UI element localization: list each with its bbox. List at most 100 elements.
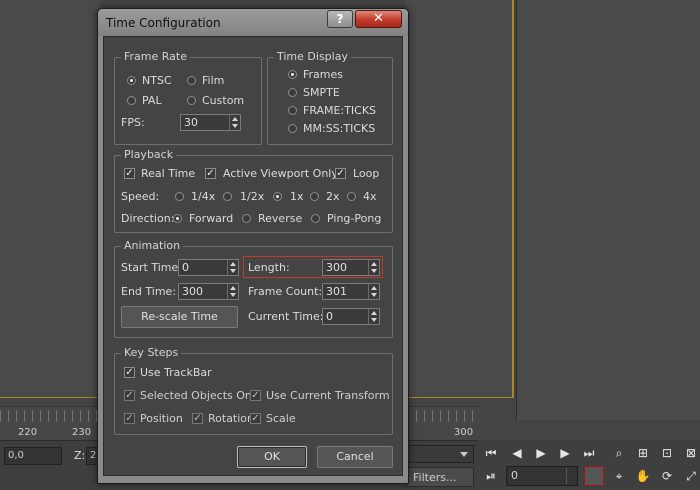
current-frame-field[interactable]: 0 — [506, 466, 578, 486]
zoom-icon[interactable]: ⌕ — [610, 446, 628, 460]
frame-count-spinner-arrows-icon[interactable] — [368, 284, 379, 299]
close-button[interactable]: ✕ — [355, 10, 402, 28]
viewport-active[interactable] — [406, 0, 514, 398]
next-frame-icon[interactable]: ▶ — [556, 446, 574, 460]
ruler-label: 300 — [454, 427, 474, 438]
key-filter-dropdown[interactable] — [406, 445, 474, 463]
frame-count-value: 301 — [326, 285, 347, 298]
ntsc-radio[interactable] — [127, 76, 136, 85]
frame-ticks-radio[interactable] — [288, 106, 297, 115]
start-time-spinner[interactable]: 0 — [178, 259, 239, 276]
time-display-group: Time Display Frames SMPTE FRAME:TICKS MM… — [267, 50, 393, 145]
key-steps-title: Key Steps — [121, 346, 182, 360]
scale-checkbox[interactable]: ✓ — [250, 413, 261, 424]
viewport-left[interactable] — [0, 0, 100, 398]
speed-quarter-radio[interactable] — [175, 192, 184, 201]
speed-label: Speed: — [121, 190, 160, 203]
rescale-time-button[interactable]: Re-scale Time — [121, 306, 238, 328]
length-spinner[interactable]: 300 — [322, 259, 380, 276]
coord-x-field[interactable]: 0,0 — [4, 447, 62, 465]
go-to-start-icon[interactable]: ⏮ — [482, 446, 500, 460]
speed-1x-radio[interactable] — [273, 192, 282, 201]
position-checkbox[interactable]: ✓ — [124, 413, 135, 424]
time-configuration-icon[interactable] — [585, 467, 603, 485]
smpte-radio[interactable] — [288, 88, 297, 97]
end-time-spinner[interactable]: 300 — [178, 283, 239, 300]
speed-quarter-label: 1/4x — [191, 190, 216, 203]
custom-radio[interactable] — [187, 96, 196, 105]
cancel-button[interactable]: Cancel — [317, 446, 393, 468]
orbit-icon[interactable]: ⟳ — [658, 469, 676, 483]
ping-pong-radio[interactable] — [311, 214, 320, 223]
film-label: Film — [202, 74, 225, 87]
rotation-checkbox[interactable]: ✓ — [192, 413, 203, 424]
zoom-all-icon[interactable]: ⊞ — [634, 446, 652, 460]
frame-spinner-icon[interactable] — [566, 468, 576, 484]
speed-1x-label: 1x — [290, 190, 304, 203]
use-current-transform-label: Use Current Transform — [266, 389, 390, 402]
length-spinner-arrows-icon[interactable] — [368, 260, 379, 275]
z-label: Z: — [74, 449, 86, 462]
current-time-spinner[interactable]: 0 — [322, 308, 380, 325]
speed-4x-radio[interactable] — [347, 192, 356, 201]
maximize-viewport-icon[interactable]: ⤢ — [682, 469, 700, 483]
use-trackbar-label: Use TrackBar — [140, 366, 212, 379]
end-time-spinner-arrows-icon[interactable] — [227, 284, 238, 299]
scale-label: Scale — [266, 412, 296, 425]
pal-radio[interactable] — [127, 96, 136, 105]
current-frame-value: 0 — [511, 469, 518, 482]
current-time-label: Current Time: — [248, 310, 324, 323]
frame-count-spinner[interactable]: 301 — [322, 283, 380, 300]
pal-label: PAL — [142, 94, 162, 107]
previous-frame-icon[interactable]: ◀ — [508, 446, 526, 460]
ok-button[interactable]: OK — [237, 446, 307, 468]
go-to-end-icon[interactable]: ⏭ — [580, 446, 598, 460]
zoom-extents-icon[interactable]: ⊡ — [658, 446, 676, 460]
dialog-titlebar[interactable]: Time Configuration ? ✕ — [98, 9, 408, 36]
speed-half-radio[interactable] — [223, 192, 232, 201]
viewport-right-panel[interactable] — [516, 0, 700, 420]
frames-label: Frames — [303, 68, 344, 81]
fps-spinner-arrows-icon[interactable] — [229, 115, 240, 130]
frame-rate-title: Frame Rate — [121, 50, 190, 64]
help-button[interactable]: ? — [327, 10, 353, 28]
frame-ticks-label: FRAME:TICKS — [303, 104, 377, 117]
use-current-transform-checkbox[interactable]: ✓ — [250, 390, 261, 401]
reverse-radio[interactable] — [242, 214, 251, 223]
forward-radio[interactable] — [173, 214, 182, 223]
smpte-label: SMPTE — [303, 86, 340, 99]
speed-2x-radio[interactable] — [310, 192, 319, 201]
current-time-spinner-arrows-icon[interactable] — [368, 309, 379, 324]
dialog-client-area: Frame Rate NTSC Film PAL Custom FPS: 30 … — [103, 36, 403, 476]
ruler-label: 220 — [18, 427, 38, 438]
mmss-ticks-radio[interactable] — [288, 124, 297, 133]
frames-radio[interactable] — [288, 70, 297, 79]
play-icon[interactable]: ▶ — [532, 446, 550, 460]
fps-label: FPS: — [121, 116, 145, 129]
animation-group: Animation Start Time: 0 Length: 300 End … — [114, 239, 393, 338]
selected-objects-only-checkbox[interactable]: ✓ — [124, 390, 135, 401]
ruler-label: 230 — [72, 427, 92, 438]
real-time-checkbox[interactable]: ✓ — [124, 168, 135, 179]
film-radio[interactable] — [187, 76, 196, 85]
reverse-label: Reverse — [258, 212, 303, 225]
key-filters-button[interactable]: Filters... — [406, 467, 474, 487]
ping-pong-label: Ping-Pong — [327, 212, 382, 225]
animation-title: Animation — [121, 239, 184, 253]
active-viewport-only-checkbox[interactable]: ✓ — [205, 168, 216, 179]
field-of-view-icon[interactable]: ⌖ — [610, 469, 628, 483]
length-value: 300 — [326, 261, 347, 274]
use-trackbar-checkbox[interactable]: ✓ — [124, 367, 135, 378]
playback-group: Playback ✓ Real Time ✓ Active Viewport O… — [114, 148, 393, 233]
fps-spinner[interactable]: 30 — [180, 114, 241, 131]
key-mode-icon[interactable]: ⏯ — [482, 469, 500, 483]
selected-objects-only-label: Selected Objects Only — [140, 389, 262, 402]
pan-hand-icon[interactable]: ✋ — [634, 469, 652, 483]
start-time-spinner-arrows-icon[interactable] — [227, 260, 238, 275]
zoom-extents-all-icon[interactable]: ⊠ — [682, 446, 700, 460]
key-steps-group: Key Steps ✓ Use TrackBar ✓ Selected Obje… — [114, 346, 393, 435]
real-time-label: Real Time — [141, 167, 196, 180]
time-display-title: Time Display — [274, 50, 351, 64]
loop-checkbox[interactable]: ✓ — [335, 168, 346, 179]
custom-label: Custom — [202, 94, 245, 107]
